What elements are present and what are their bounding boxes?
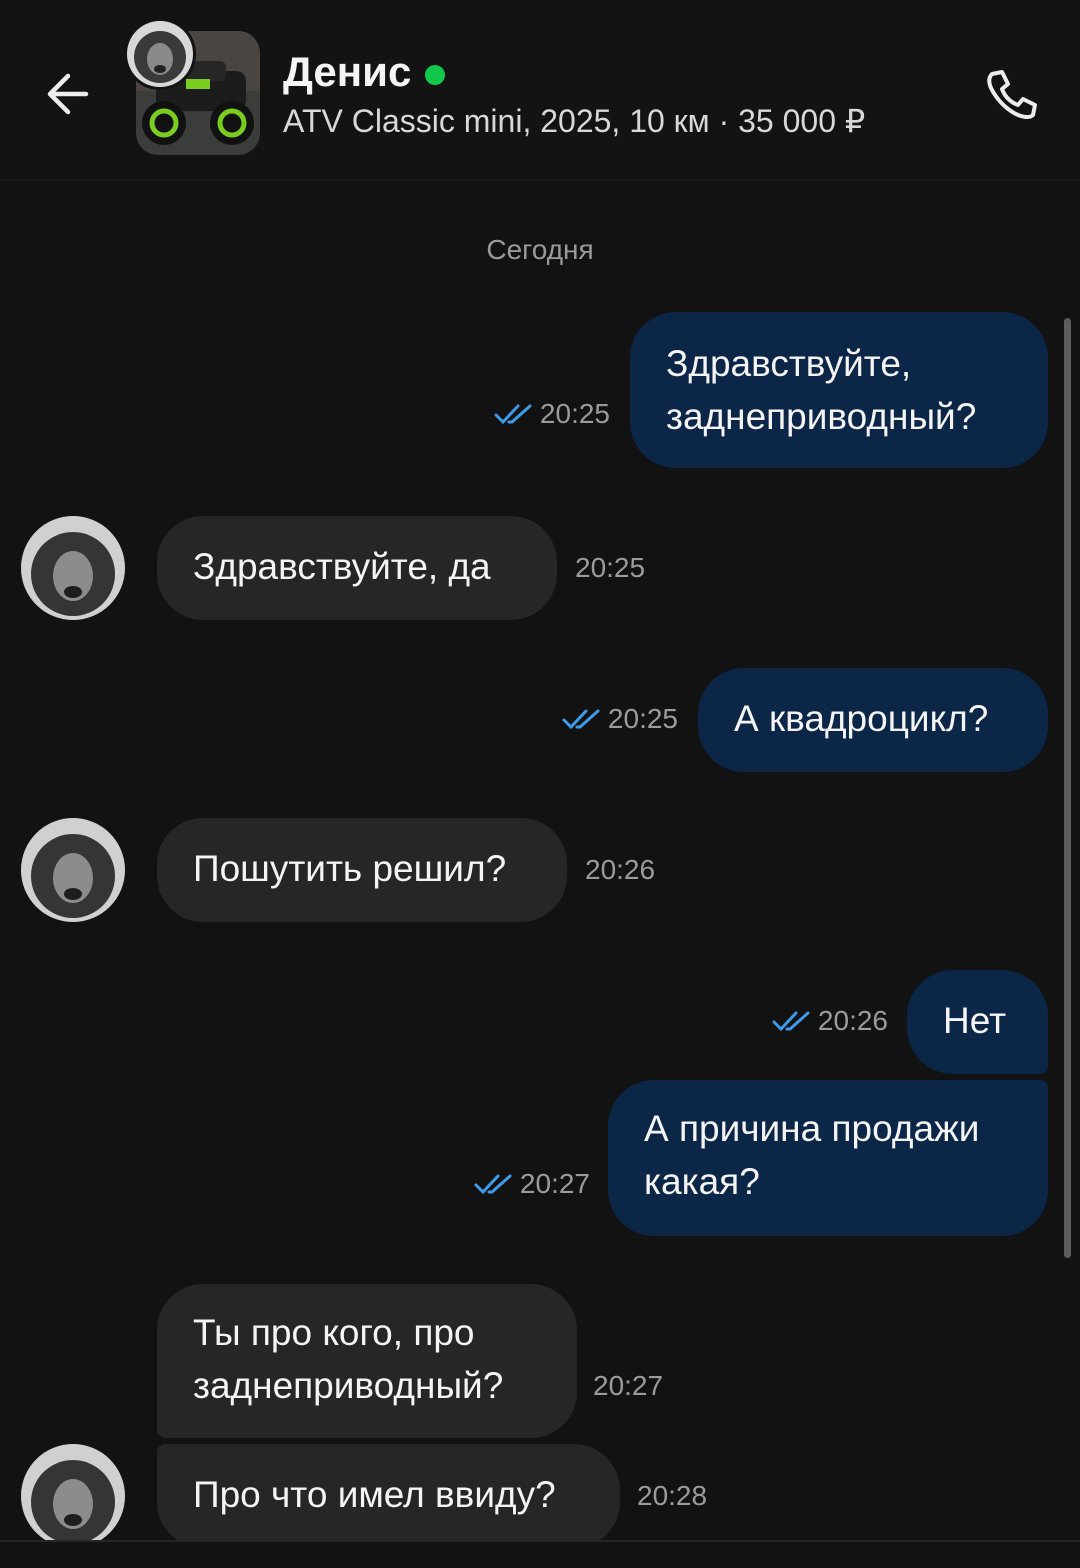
- message-bubble[interactable]: Ты про кого, про заднеприводный?: [157, 1284, 577, 1438]
- message-outgoing: 20:25 Здравствуйте, заднеприводный?: [0, 312, 1080, 468]
- sender-avatar: [21, 818, 125, 922]
- double-check-icon: [562, 709, 600, 730]
- lion-avatar-icon: [21, 516, 125, 620]
- message-meta: 20:26: [772, 1005, 888, 1037]
- message-time: 20:27: [519, 1168, 590, 1199]
- message-bubble[interactable]: Про что имел ввиду?: [157, 1444, 620, 1548]
- message-time: 20:25: [607, 703, 678, 734]
- lion-avatar-icon: [21, 818, 125, 922]
- contact-name-row: Денис: [283, 46, 446, 98]
- message-meta: 20:25: [494, 398, 610, 430]
- scrollbar[interactable]: [1064, 318, 1071, 1258]
- arrow-left-icon: [47, 73, 89, 115]
- message-incoming: Про что имел ввиду? 20:28: [0, 1444, 1080, 1548]
- message-bubble[interactable]: А причина продажи какая?: [608, 1080, 1048, 1236]
- sender-avatar: [21, 1444, 125, 1548]
- listing-info[interactable]: ATV Classic mini, 2025, 10 км · 35 000 ₽: [283, 102, 865, 140]
- message-incoming: Пошутить решил? 20:26: [0, 818, 1080, 922]
- double-check-icon: [772, 1011, 810, 1032]
- message-outgoing: 20:26 Нет: [0, 970, 1080, 1074]
- message-time: 20:25: [575, 552, 646, 583]
- message-bubble[interactable]: Здравствуйте, да: [157, 516, 557, 620]
- message-outgoing: 20:25 А квадроцикл?: [0, 668, 1080, 772]
- message-time: 20:26: [817, 1005, 888, 1036]
- double-check-icon: [494, 404, 532, 425]
- message-time: 20:25: [539, 398, 610, 429]
- message-outgoing: 20:27 А причина продажи какая?: [0, 1080, 1080, 1236]
- chat-header: Денис ATV Classic mini, 2025, 10 км · 35…: [0, 0, 1080, 181]
- message-meta: 20:25: [562, 703, 678, 735]
- message-bubble[interactable]: Нет: [907, 970, 1048, 1074]
- call-button[interactable]: [978, 62, 1044, 128]
- date-separator: Сегодня: [486, 234, 594, 265]
- bottom-divider: [0, 1540, 1080, 1568]
- sender-avatar: [21, 516, 125, 620]
- message-meta: 20:27: [474, 1168, 590, 1200]
- back-button[interactable]: [40, 66, 96, 122]
- seller-avatar-small: [124, 18, 196, 90]
- message-bubble[interactable]: Здравствуйте, заднеприводный?: [630, 312, 1048, 468]
- message-incoming: Ты про кого, про заднеприводный? 20:27: [0, 1284, 1080, 1438]
- double-check-icon: [474, 1174, 512, 1195]
- message-time: 20:28: [637, 1480, 708, 1511]
- message-bubble[interactable]: Пошутить решил?: [157, 818, 567, 922]
- message-time: 20:27: [593, 1370, 664, 1401]
- phone-icon: [987, 70, 1037, 120]
- lion-avatar-icon: [127, 21, 193, 87]
- message-time: 20:26: [585, 854, 656, 885]
- message-incoming: Здравствуйте, да 20:25: [0, 516, 1080, 620]
- lion-avatar-icon: [21, 1444, 125, 1548]
- online-status-dot: [425, 65, 446, 85]
- message-bubble[interactable]: А квадроцикл?: [698, 668, 1048, 772]
- contact-name: Денис: [283, 48, 412, 95]
